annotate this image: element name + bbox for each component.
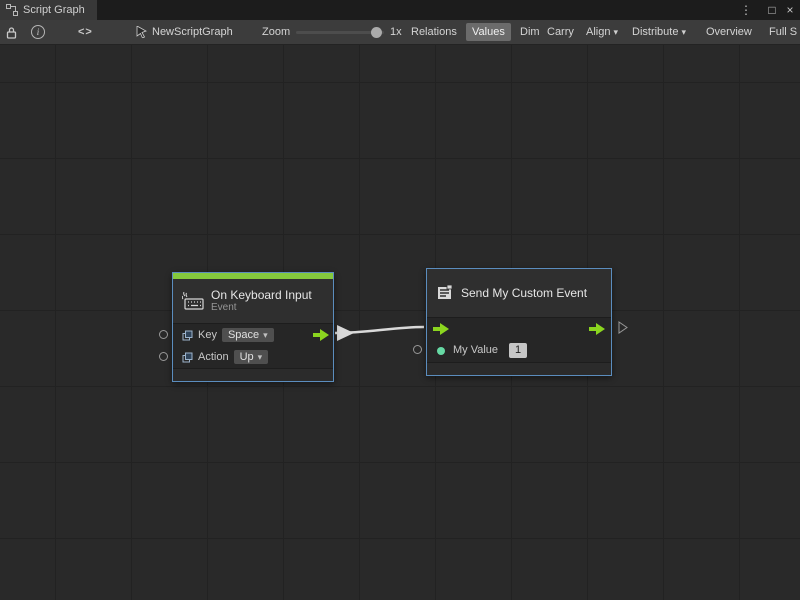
code-icon[interactable]: <>: [78, 20, 93, 44]
toolbar-button-distribute[interactable]: Distribute ▾: [628, 23, 690, 41]
node-on-keyboard-input[interactable]: On Keyboard Input Event Key Space ▾: [172, 272, 334, 382]
chevron-down-icon: ▾: [613, 23, 618, 41]
graph-name: NewScriptGraph: [152, 26, 233, 38]
info-icon[interactable]: i: [31, 20, 45, 44]
action-dropdown[interactable]: Up ▾: [234, 350, 269, 364]
toolbar-button-values[interactable]: Values: [466, 23, 511, 41]
toolbar-button-dim[interactable]: Dim: [516, 23, 544, 41]
keyboard-icon: [182, 292, 204, 310]
node-footer: [173, 368, 333, 381]
graph-toolbar: i <> NewScriptGraph Zoom 1x Relations Va…: [0, 20, 800, 45]
object-type-icon: [182, 330, 193, 341]
node-title: On Keyboard Input: [211, 289, 312, 302]
node-body: Key Space ▾ Action Up ▾: [173, 323, 333, 368]
action-port-label: Action: [198, 351, 229, 363]
chevron-down-icon: ▾: [263, 330, 268, 341]
node-subtitle: Event: [211, 302, 312, 313]
flow-continue-port[interactable]: [618, 321, 628, 334]
node-send-my-custom-event[interactable]: Send My Custom Event My Value 1: [426, 268, 612, 376]
toolbar-button-align[interactable]: Align ▾: [582, 23, 622, 41]
flow-output-port-icon[interactable]: [313, 329, 329, 341]
toolbar-button-fullscreen[interactable]: Full S: [765, 23, 800, 41]
flow-input-port-icon[interactable]: [433, 323, 449, 335]
close-icon[interactable]: ×: [782, 0, 798, 20]
tab-label: Script Graph: [23, 4, 85, 16]
node-title: Send My Custom Event: [461, 287, 587, 300]
zoom-value: 1x: [390, 20, 402, 44]
window-tab-bar: Script Graph ⋮ □ ×: [0, 0, 800, 20]
my-value-label: My Value: [453, 344, 498, 356]
chevron-down-icon: ▾: [258, 352, 263, 363]
graph-cursor-icon: [136, 26, 147, 38]
key-dropdown[interactable]: Space ▾: [222, 328, 274, 342]
object-type-icon: [182, 352, 193, 363]
key-port-label: Key: [198, 329, 217, 341]
node-header[interactable]: Send My Custom Event: [427, 269, 611, 317]
chevron-down-icon: ▾: [681, 23, 686, 41]
maximize-icon[interactable]: □: [764, 0, 780, 20]
toolbar-button-relations[interactable]: Relations: [407, 23, 461, 41]
port-row-key: Key Space ▾: [173, 324, 333, 346]
zoom-label: Zoom: [262, 20, 290, 44]
key-input-port[interactable]: [159, 330, 168, 339]
node-footer: [427, 362, 611, 375]
wire-arrow-icon: [337, 325, 354, 341]
tab-script-graph[interactable]: Script Graph: [0, 0, 97, 20]
my-value-input[interactable]: 1: [509, 343, 527, 358]
port-row-action: Action Up ▾: [173, 346, 333, 368]
zoom-slider-knob[interactable]: [371, 27, 382, 38]
toolbar-button-carry[interactable]: Carry: [543, 23, 578, 41]
my-value-port-dot[interactable]: [437, 347, 445, 355]
my-value-external-port[interactable]: [413, 345, 422, 354]
node-header[interactable]: On Keyboard Input Event: [173, 279, 333, 323]
graph-breadcrumb[interactable]: NewScriptGraph: [136, 20, 233, 44]
node-body: My Value 1: [427, 317, 611, 362]
kebab-menu-icon[interactable]: ⋮: [738, 0, 754, 20]
custom-event-icon: [436, 285, 454, 301]
connection-wire[interactable]: [0, 45, 800, 600]
flow-output-port-icon[interactable]: [589, 323, 605, 335]
toolbar-button-overview[interactable]: Overview: [702, 23, 756, 41]
lock-icon[interactable]: [6, 20, 17, 44]
graph-canvas[interactable]: On Keyboard Input Event Key Space ▾: [0, 45, 800, 600]
script-graph-icon: [6, 4, 18, 16]
action-input-port[interactable]: [159, 352, 168, 361]
